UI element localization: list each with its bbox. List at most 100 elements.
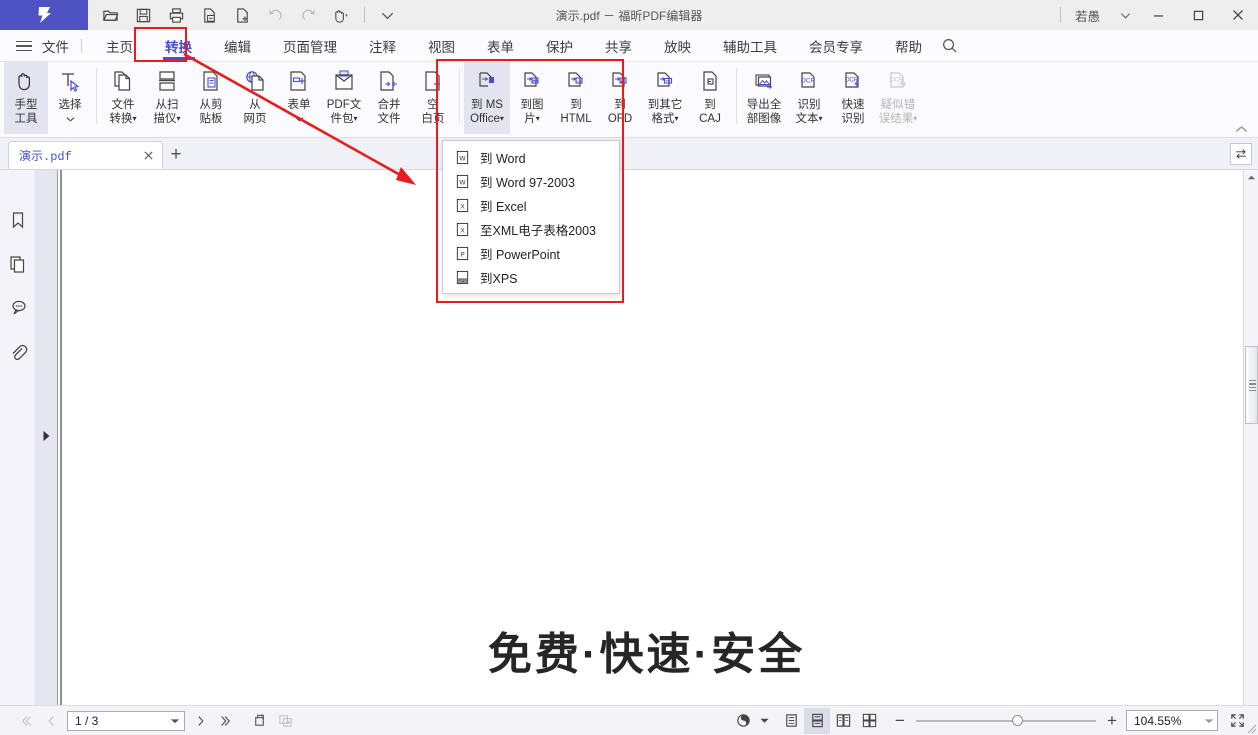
menu-item-to-xml-spreadsheet-2003[interactable]: X 至XML电子表格2003: [443, 217, 619, 241]
ribbon-hand-tool[interactable]: 手型 工具: [4, 62, 48, 134]
ribbon-form-create[interactable]: 表单: [277, 62, 321, 134]
pdf-page[interactable]: 免费·快速·安全: [60, 170, 1231, 705]
undo-button[interactable]: [259, 0, 292, 30]
ribbon-export-all-images-line1: 导出全: [746, 99, 782, 111]
close-icon[interactable]: [140, 147, 156, 163]
ribbon-quick-recognize[interactable]: OCR 快速 识别: [831, 62, 875, 134]
ribbon-select-tool[interactable]: 选择: [48, 62, 92, 134]
rotate-view-button[interactable]: [246, 708, 272, 734]
print-button[interactable]: [160, 0, 193, 30]
new-document-button[interactable]: [226, 0, 259, 30]
prev-page-button[interactable]: [38, 708, 64, 734]
ribbon-export-all-images[interactable]: 导出全 部图像: [741, 62, 787, 134]
ribbon-to-image[interactable]: 到图 片▾: [510, 62, 554, 134]
menu-file[interactable]: 文件: [38, 30, 73, 62]
close-button[interactable]: [1218, 0, 1258, 30]
menu-tab-accessibility[interactable]: 辅助工具: [707, 30, 793, 62]
menu-item-to-xps[interactable]: XPS 到XPS: [443, 265, 619, 289]
ribbon-from-webpage[interactable]: 从 网页: [233, 62, 277, 134]
two-page-continuous-view-button[interactable]: [856, 708, 882, 734]
ribbon-recognize-text-line2: 文本▾: [795, 113, 823, 125]
new-tab-button[interactable]: +: [163, 141, 189, 169]
triangle-right-icon: [42, 429, 51, 447]
maximize-button[interactable]: [1178, 0, 1218, 30]
sidebar-item-attachments[interactable]: [0, 332, 36, 376]
zoom-out-button[interactable]: −: [892, 711, 908, 731]
vertical-scrollbar[interactable]: [1243, 170, 1258, 705]
document-tab[interactable]: 演示.pdf: [8, 141, 163, 169]
menu-item-to-word[interactable]: W 到 Word: [443, 145, 619, 169]
hand-tool-quick-button[interactable]: [325, 0, 358, 30]
scrollbar-thumb[interactable]: [1245, 346, 1258, 424]
ribbon-from-clipboard[interactable]: 从剪 贴板: [189, 62, 233, 134]
minimize-button[interactable]: [1138, 0, 1178, 30]
continuous-view-button[interactable]: [804, 707, 830, 734]
menu-tab-home[interactable]: 主页: [90, 30, 149, 62]
menu-tab-form[interactable]: 表单: [471, 30, 530, 62]
sidebar-item-comments[interactable]: [0, 288, 36, 332]
ribbon-to-other-format[interactable]: 到其它 格式▾: [642, 62, 688, 134]
search-icon[interactable]: [938, 30, 960, 62]
menu-item-to-word-97-2003[interactable]: W 到 Word 97-2003: [443, 169, 619, 193]
chevron-up-icon[interactable]: [1232, 122, 1250, 136]
hamburger-menu-icon[interactable]: [16, 40, 32, 52]
menu-item-to-powerpoint[interactable]: P 到 PowerPoint: [443, 241, 619, 265]
ribbon-from-scanner[interactable]: 从扫 描仪▾: [145, 62, 189, 134]
ribbon-to-ms-office[interactable]: 到 MS Office▾: [464, 62, 510, 134]
chevron-down-icon[interactable]: [295, 112, 304, 125]
menu-tab-convert[interactable]: 转换: [149, 30, 208, 62]
chevron-down-icon[interactable]: [1112, 0, 1138, 30]
document-canvas[interactable]: 免费·快速·安全: [58, 170, 1243, 705]
ribbon-recognize-text[interactable]: OCR 识别 文本▾: [787, 62, 831, 134]
save-as-button[interactable]: [193, 0, 226, 30]
menu-tab-page-manage[interactable]: 页面管理: [267, 30, 353, 62]
menu-tab-protect[interactable]: 保护: [530, 30, 589, 62]
zoom-slider-handle[interactable]: [1012, 715, 1023, 726]
read-mode-button[interactable]: [730, 708, 756, 734]
export-images-icon: [751, 66, 777, 96]
read-mode-dropdown[interactable]: [756, 708, 772, 734]
menu-tab-help[interactable]: 帮助: [879, 30, 938, 62]
menu-tab-share[interactable]: 共享: [589, 30, 648, 62]
sidebar-item-page-thumbnails[interactable]: [0, 244, 36, 288]
expand-panel-button[interactable]: [36, 170, 58, 705]
menu-tab-comment[interactable]: 注释: [353, 30, 412, 62]
first-page-button[interactable]: [12, 708, 38, 734]
last-page-button[interactable]: [214, 708, 240, 734]
menu-tab-view[interactable]: 视图: [412, 30, 471, 62]
page-number-input[interactable]: 1 / 3: [67, 710, 185, 731]
menu-tab-member[interactable]: 会员专享: [793, 30, 879, 62]
zoom-slider[interactable]: [916, 711, 1096, 731]
copy-file-icon: [110, 66, 136, 96]
two-page-view-button[interactable]: [830, 708, 856, 734]
word-icon: W: [451, 172, 473, 190]
single-page-view-button[interactable]: [778, 708, 804, 734]
ribbon-blank-page[interactable]: 空 白页: [411, 62, 455, 134]
ribbon-convert-from-file[interactable]: 文件 转换▾: [101, 62, 145, 134]
redo-button[interactable]: [292, 0, 325, 30]
swap-arrows-icon[interactable]: [1230, 143, 1252, 165]
zoom-level-input[interactable]: 104.55%: [1126, 710, 1218, 731]
save-button[interactable]: [127, 0, 160, 30]
merge-icon: [376, 66, 402, 96]
menu-tab-present[interactable]: 放映: [648, 30, 707, 62]
ribbon-merge-files[interactable]: 合并 文件: [367, 62, 411, 134]
more-tools-button[interactable]: [371, 0, 404, 30]
ribbon-to-caj[interactable]: 到 CAJ: [688, 62, 732, 134]
zoom-in-button[interactable]: +: [1104, 711, 1120, 731]
open-file-button[interactable]: [94, 0, 127, 30]
scroll-up-arrow-icon[interactable]: [1244, 170, 1258, 184]
user-account-label[interactable]: 若愚: [1075, 6, 1100, 25]
menu-item-label: 到 PowerPoint: [480, 247, 560, 262]
resize-grip[interactable]: [1243, 720, 1257, 734]
chevron-down-icon[interactable]: [66, 112, 75, 125]
scrollbar-grip: [1249, 380, 1256, 392]
next-page-button[interactable]: [188, 708, 214, 734]
ribbon-to-html[interactable]: </> 到 HTML: [554, 62, 598, 134]
menu-tab-edit[interactable]: 编辑: [208, 30, 267, 62]
ribbon-to-ofd[interactable]: 到 OFD: [598, 62, 642, 134]
ribbon-pdf-portfolio[interactable]: PDF文 件包▾: [321, 62, 367, 134]
sidebar-item-bookmarks[interactable]: [0, 200, 36, 244]
menu-item-to-excel[interactable]: X 到 Excel: [443, 193, 619, 217]
menu-tab-bar: 文件 主页 转换 编辑 页面管理 注释 视图 表单 保护 共享 放映 辅助工具 …: [0, 30, 1258, 62]
